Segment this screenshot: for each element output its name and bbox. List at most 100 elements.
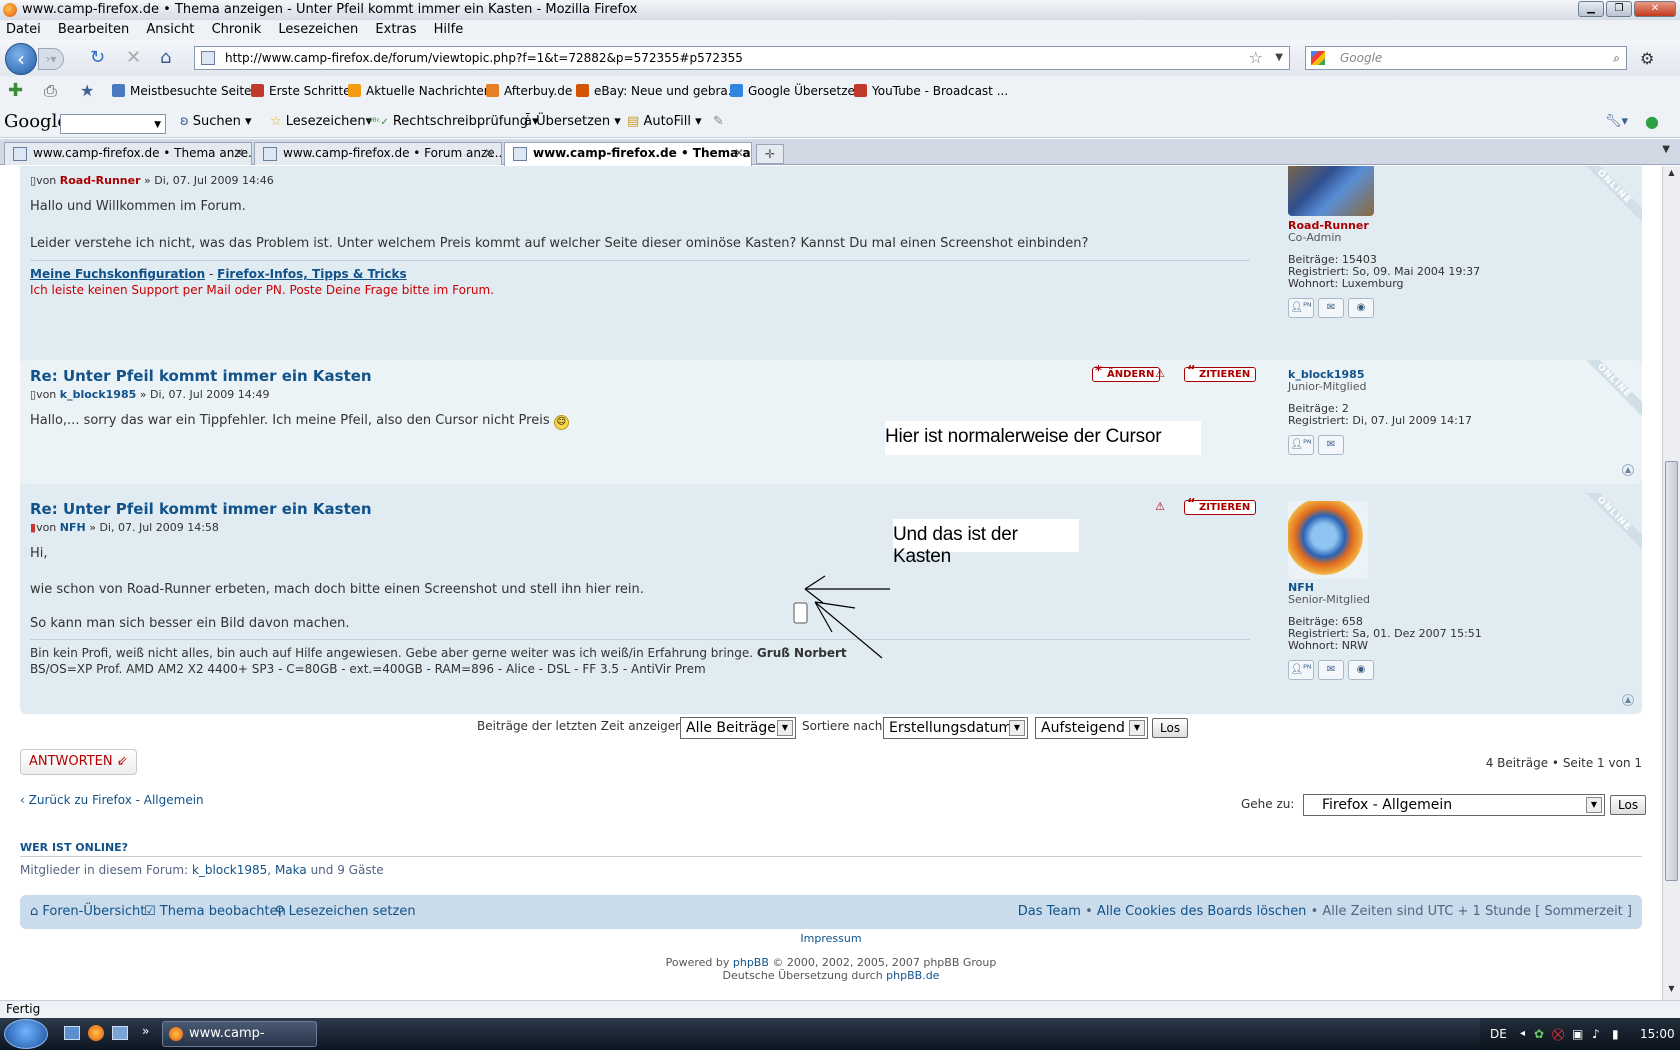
jump-go-button[interactable]: Los (1610, 795, 1647, 815)
sig-link-firefox-infos[interactable]: Firefox-Infos, Tipps & Tricks (217, 267, 406, 281)
scroll-up-icon[interactable]: ▲ (1665, 168, 1678, 182)
taskbar-firefox-window[interactable]: www.camp-firefox.... (162, 1021, 317, 1047)
show-desktop-icon[interactable] (64, 1026, 80, 1040)
tray-app-icon[interactable]: ✿ (1534, 1018, 1544, 1050)
menu-lesezeichen[interactable]: Lesezeichen (278, 22, 358, 37)
post-author-link[interactable]: k_block1985 (60, 388, 136, 401)
bookmark-meistbesucht[interactable]: Meistbesuchte Seiten (112, 76, 259, 106)
stop-icon[interactable]: ✕ (126, 49, 141, 67)
tab-thema-active[interactable]: www.camp-firefox.de • Thema a... ✕ (504, 142, 752, 166)
website-icon[interactable]: ◉ (1348, 298, 1374, 318)
google-bookmarks-button[interactable]: ☆ Lesezeichen▾ (270, 106, 372, 138)
home-icon[interactable]: ⌂ (160, 49, 171, 67)
email-icon[interactable]: ✉ (1318, 660, 1344, 680)
website-icon[interactable]: ◉ (1348, 660, 1374, 680)
online-user-maka[interactable]: Maka (275, 863, 307, 877)
minimize-button[interactable]: ▁ (1578, 1, 1604, 17)
antivirus-icon[interactable]: ⛒ (1552, 1018, 1564, 1050)
search-box[interactable]: Google ⌕ (1305, 46, 1627, 70)
add-bookmark-icon[interactable]: ✚ (8, 76, 23, 106)
jump-select[interactable]: Firefox - Allgemein ▼ (1303, 794, 1605, 816)
reply-button[interactable]: ANTWORTEN ⇙ (20, 749, 137, 775)
power-icon[interactable]: ▮ (1612, 1018, 1619, 1050)
autofill-button[interactable]: ▤ AutoFill ▾ (627, 106, 702, 138)
maximize-button[interactable]: ❐ (1606, 1, 1632, 17)
volume-icon[interactable]: ♪ (1592, 1018, 1600, 1050)
close-tab-icon[interactable]: ✕ (234, 143, 244, 164)
menu-hilfe[interactable]: Hilfe (434, 22, 464, 37)
online-user-k-block1985[interactable]: k_block1985 (192, 863, 267, 877)
watch-topic-link[interactable]: ☑ Thema beobachten (144, 895, 286, 929)
email-icon[interactable]: ✉ (1318, 298, 1344, 318)
scroll-down-icon[interactable]: ▼ (1665, 984, 1678, 998)
email-icon[interactable]: ✉ (1318, 435, 1344, 455)
bookmark-erste-schritte[interactable]: Erste Schritte (251, 76, 351, 106)
close-window-button[interactable]: ✕ (1634, 1, 1676, 17)
tray-expand-icon[interactable]: ◂ (1520, 1018, 1525, 1050)
language-indicator[interactable]: DE (1490, 1018, 1507, 1050)
post-title[interactable]: Re: Unter Pfeil kommt immer ein Kasten (30, 500, 372, 518)
report-icon[interactable]: ⚠ (1152, 367, 1168, 382)
menu-extras[interactable]: Extras (375, 22, 416, 37)
bookmarks-star-icon[interactable]: ★ (80, 76, 94, 106)
tab-thema-1[interactable]: www.camp-firefox.de • Thema anze... ✕ (4, 142, 252, 165)
bookmark-aktuelle-nachrichten[interactable]: Aktuelle Nachrichten (348, 76, 491, 106)
close-tab-icon[interactable]: ✕ (484, 143, 494, 164)
translate-button[interactable]: ǡ Übersetzen ▾ (524, 106, 621, 138)
close-tab-icon[interactable]: ✕ (734, 143, 744, 164)
status-green-icon[interactable]: ● (1645, 106, 1659, 138)
print-icon[interactable]: ⎙ (44, 76, 57, 106)
bookmark-topic-link[interactable]: ⚲ Lesezeichen setzen (275, 895, 416, 929)
phpbb-de-link[interactable]: phpBB.de (886, 969, 939, 982)
quote-button[interactable]: “ZITIEREN (1184, 498, 1257, 515)
menu-datei[interactable]: Datei (6, 22, 41, 37)
scrollbar-thumb[interactable] (1665, 461, 1678, 881)
phpbb-link[interactable]: phpBB (733, 956, 769, 969)
search-icon[interactable]: ⌕ (1613, 47, 1620, 69)
quicklaunch-more-icon[interactable]: » (142, 1024, 149, 1038)
sort-go-button[interactable]: Los (1152, 718, 1189, 738)
url-dropdown-icon[interactable]: ▼ (1275, 47, 1283, 69)
bookmark-afterbuy[interactable]: Afterbuy.de (486, 76, 572, 106)
post-author-link[interactable]: Road-Runner (60, 174, 141, 187)
back-button[interactable]: ‹ (5, 43, 37, 75)
report-icon[interactable]: ⚠ (1152, 500, 1168, 515)
network-icon[interactable]: ▣ (1572, 1018, 1583, 1050)
firefox-quicklaunch-icon[interactable] (88, 1025, 104, 1041)
highlight-pen-icon[interactable]: ✎ (713, 106, 724, 138)
clock[interactable]: 15:00 (1640, 1018, 1675, 1050)
back-to-top-icon[interactable]: ▲ (1622, 464, 1634, 476)
switch-windows-icon[interactable] (112, 1026, 128, 1040)
wrench-icon[interactable]: 🔧︎▾ (1605, 106, 1628, 138)
start-button[interactable] (4, 1019, 48, 1049)
impressum-link[interactable]: Impressum (0, 932, 1662, 945)
menu-bearbeiten[interactable]: Bearbeiten (58, 22, 129, 37)
forward-button[interactable]: ›▾ (38, 48, 64, 70)
sort-by-select[interactable]: Erstellungsdatum ▼ (883, 717, 1028, 739)
google-search-button[interactable]: ʚ Suchen ▾ (180, 106, 252, 138)
pm-icon[interactable]: 👤︎ᴾᴺ (1288, 298, 1314, 318)
bookmark-ebay[interactable]: eBay: Neue und gebra... (576, 76, 739, 106)
who-is-online-heading[interactable]: WER IST ONLINE? (20, 841, 1642, 857)
tab-forum[interactable]: www.camp-firefox.de • Forum anze... ✕ (254, 142, 502, 165)
spellcheck-button[interactable]: ᴬᴮᶜ✓ Rechtschreibprüfung ▾ (368, 106, 539, 139)
url-bar[interactable]: http://www.camp-firefox.de/forum/viewtop… (194, 46, 1290, 70)
team-link[interactable]: Das Team (1018, 904, 1081, 919)
back-to-forum-link[interactable]: ‹ Zurück zu Firefox - Allgemein (20, 793, 204, 807)
google-toolbar-input[interactable]: ▼ (60, 114, 166, 134)
post-author-link[interactable]: NFH (60, 521, 86, 534)
edit-button[interactable]: * ÄNDERN (1092, 365, 1161, 382)
bookmark-google-uebersetzer[interactable]: Google Übersetzer (730, 76, 860, 106)
bookmark-star-icon[interactable]: ☆ (1249, 47, 1263, 69)
sort-order-select[interactable]: Aufsteigend ▼ (1035, 717, 1148, 739)
addon-gear-icon[interactable]: ⚙ (1640, 50, 1654, 68)
tab-list-icon[interactable]: ▼ (1662, 144, 1670, 155)
forum-index-link[interactable]: ⌂ Foren-Übersicht (30, 895, 145, 929)
bookmark-youtube[interactable]: YouTube - Broadcast ... (854, 76, 1008, 106)
pm-icon[interactable]: 👤︎ᴾᴺ (1288, 660, 1314, 680)
pm-icon[interactable]: 👤︎ᴾᴺ (1288, 435, 1314, 455)
reload-icon[interactable]: ↻ (90, 49, 105, 67)
new-tab-button[interactable]: ✛ (756, 144, 784, 164)
google-engine-icon[interactable] (1311, 51, 1325, 65)
menu-chronik[interactable]: Chronik (212, 22, 262, 37)
